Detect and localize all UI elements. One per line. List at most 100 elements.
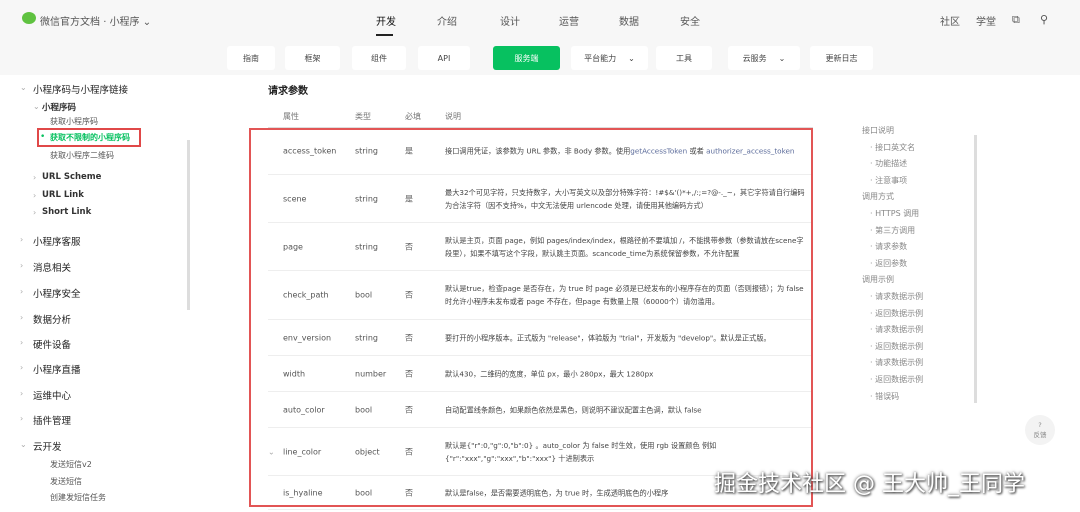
toc-item[interactable]: · 请求数据示例 (870, 291, 923, 302)
chevron-right-icon[interactable]: › (33, 173, 36, 182)
nav-design[interactable]: 设计 (500, 13, 520, 28)
toc-label: 返回数据示例 (875, 341, 924, 351)
watermark: 掘金技术社区 @ 王大帅_王同学 (714, 472, 1025, 497)
toc-item[interactable]: 接口说明 (862, 125, 894, 136)
toc-label: 返回数据示例 (875, 308, 924, 318)
chevron-right-icon[interactable]: › (20, 414, 23, 423)
toc-label: 返回参数 (875, 258, 908, 268)
subnav-3[interactable]: API (418, 46, 470, 70)
product-switch[interactable]: 小程序 (110, 17, 140, 28)
sidebar-item[interactable]: URL Scheme (42, 172, 101, 182)
chevron-down-icon[interactable]: ⌄ (20, 440, 27, 449)
subnav-label: 云服务 (742, 53, 767, 63)
toc-scrollbar[interactable] (974, 135, 977, 403)
toc-item[interactable]: 调用方式 (862, 191, 894, 202)
sidebar-scrollbar[interactable] (187, 140, 190, 310)
chevron-down-icon: ⌄ (778, 53, 786, 63)
sidebar-item[interactable]: 数据分析 (33, 312, 71, 326)
sidebar-item[interactable]: 小程序直播 (33, 362, 81, 376)
subnav-0[interactable]: 指南 (227, 46, 275, 70)
nav-data[interactable]: 数据 (619, 13, 639, 28)
sidebar-item[interactable]: 小程序客服 (33, 234, 81, 248)
chevron-right-icon[interactable]: › (20, 363, 23, 372)
col-header-desc: 说明 (445, 112, 461, 121)
sidebar-item[interactable]: 小程序码 (42, 101, 76, 113)
subnav-6[interactable]: 工具 (656, 46, 712, 70)
toc-label: HTTPS 调用 (875, 209, 920, 218)
nav-community[interactable]: 社区 (940, 13, 960, 28)
toc-item[interactable]: · 返回参数 (870, 258, 907, 269)
chevron-right-icon[interactable]: › (33, 208, 36, 217)
toc-item[interactable]: 调用示例 (862, 274, 894, 285)
sidebar-item[interactable]: 运维中心 (33, 388, 71, 402)
toc-label: 请求数据示例 (875, 358, 924, 368)
toc-item[interactable]: · 请求数据示例 (870, 357, 923, 368)
nav-intro[interactable]: 介绍 (437, 13, 457, 28)
toc-item[interactable]: · 第三方调用 (870, 225, 915, 236)
subnav-5[interactable]: 平台能力 ⌄ (571, 46, 648, 70)
help-icon: ? (1038, 421, 1042, 429)
sidebar-item[interactable]: 发送短信 (50, 476, 82, 487)
chevron-right-icon[interactable]: › (20, 261, 23, 270)
sidebar-item[interactable]: 小程序安全 (33, 286, 81, 300)
col-header-required: 必填 (405, 112, 421, 121)
toc-item[interactable]: · HTTPS 调用 (870, 208, 919, 219)
subnav-1[interactable]: 框架 (285, 46, 340, 70)
toc-item[interactable]: · 注意事项 (870, 175, 907, 186)
sidebar-item[interactable]: 创建发短信任务 (50, 492, 106, 503)
chevron-down-icon[interactable]: ⌄ (20, 83, 27, 92)
toc-label: 功能描述 (875, 159, 908, 169)
toc-item[interactable]: · 请求数据示例 (870, 324, 923, 335)
nav-security[interactable]: 安全 (680, 13, 700, 28)
translate-icon[interactable]: ⧉ (1012, 13, 1020, 27)
chevron-right-icon[interactable]: › (20, 338, 23, 347)
subnav-label: 框架 (304, 53, 321, 63)
toc-item[interactable]: · 返回数据示例 (870, 341, 923, 352)
chevron-down-icon[interactable]: ⌄ (33, 102, 40, 111)
subnav-2[interactable]: 组件 (352, 46, 406, 70)
toc-label: 注意事项 (875, 175, 908, 185)
toc-item[interactable]: · 返回数据示例 (870, 374, 923, 385)
sidebar-item[interactable]: URL Link (42, 190, 84, 200)
toc-item[interactable]: · 返回数据示例 (870, 308, 923, 319)
brand-title[interactable]: 微信官方文档 (40, 17, 100, 28)
search-icon[interactable]: ⚲ (1040, 13, 1048, 26)
toc-label: 错误码 (875, 391, 900, 401)
toc-label: 请求参数 (875, 242, 908, 252)
toc-label: 接口英文名 (875, 142, 916, 152)
chevron-right-icon[interactable]: › (20, 287, 23, 296)
nav-academy[interactable]: 学堂 (976, 13, 996, 28)
subnav-7[interactable]: 云服务 ⌄ (728, 46, 800, 70)
toc-item[interactable]: · 错误码 (870, 391, 899, 402)
sidebar-item[interactable]: 获取小程序码 (50, 116, 98, 127)
nav-underline (376, 34, 393, 36)
toc-label: 请求数据示例 (875, 292, 924, 301)
sidebar-item[interactable]: 消息相关 (33, 260, 71, 274)
sidebar-item[interactable]: 硬件设备 (33, 337, 71, 351)
subnav-label: 更新日志 (825, 53, 858, 63)
toc-item[interactable]: · 接口英文名 (870, 142, 915, 153)
sidebar-item[interactable]: 发送短信v2 (50, 459, 92, 470)
nav-dev[interactable]: 开发 (376, 13, 396, 28)
nav-ops[interactable]: 运营 (559, 13, 579, 28)
chevron-right-icon[interactable]: › (20, 389, 23, 398)
subnav-8[interactable]: 更新日志 (810, 46, 873, 70)
wechat-logo-icon[interactable] (22, 12, 36, 24)
toc-item[interactable]: · 请求参数 (870, 241, 907, 252)
top-bar (0, 0, 1080, 38)
chevron-right-icon[interactable]: › (20, 235, 23, 244)
sidebar-item[interactable]: 插件管理 (33, 413, 71, 427)
brand[interactable]: 微信官方文档 · 小程序 ⌄ (40, 13, 151, 28)
chevron-right-icon[interactable]: › (20, 313, 23, 322)
feedback-button[interactable]: ? 反馈 (1025, 415, 1055, 445)
toc-item[interactable]: · 功能描述 (870, 158, 907, 169)
subnav-4[interactable]: 服务端 (493, 46, 560, 70)
toc-label: 接口说明 (862, 126, 894, 135)
sidebar-item[interactable]: Short Link (42, 207, 91, 217)
toc-label: 请求数据示例 (875, 325, 924, 335)
sidebar-item[interactable]: 获取小程序二维码 (50, 150, 114, 161)
col-header-type: 类型 (355, 112, 371, 121)
sidebar-item[interactable]: 云开发 (33, 439, 62, 453)
sidebar-item[interactable]: 小程序码与小程序链接 (33, 82, 128, 96)
chevron-right-icon[interactable]: › (33, 191, 36, 200)
